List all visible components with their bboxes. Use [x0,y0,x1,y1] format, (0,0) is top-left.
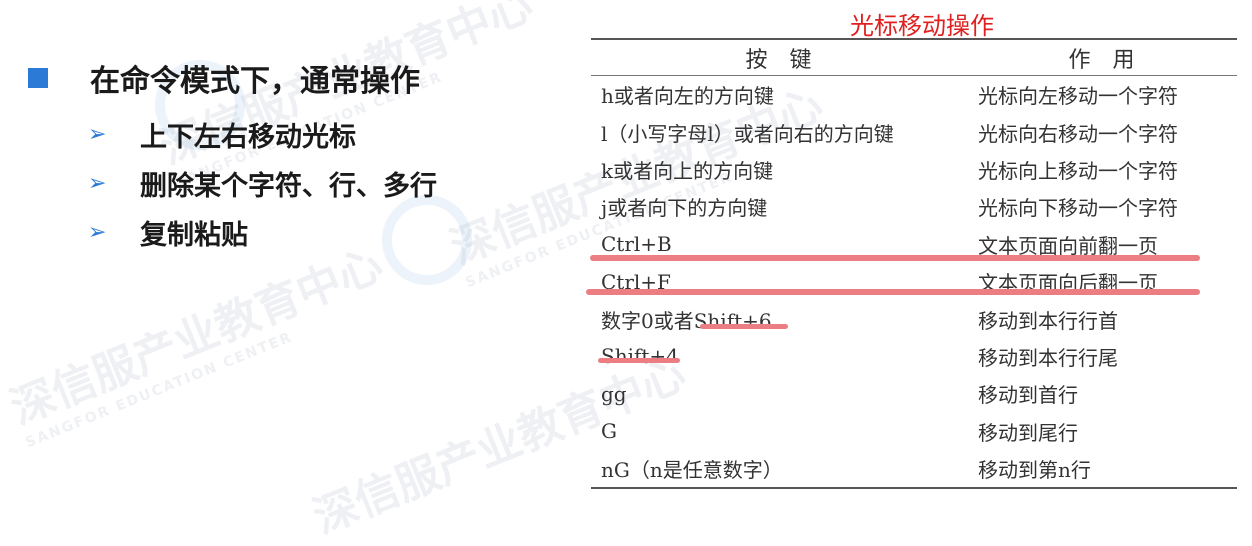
list-item: ➢ 上下左右移动光标 [88,110,437,159]
table-row: h或者向左的方向键 光标向左移动一个字符 [591,76,1237,114]
table-row: G 移动到尾行 [591,413,1237,450]
action-cell: 光标向下移动一个字符 [978,196,1178,221]
list-item: ➢ 删除某个字符、行、多行 [88,159,437,208]
arrow-bullet-icon: ➢ [88,171,107,196]
key-cell: 数字0或者Shift+6 [601,308,772,333]
arrow-bullet-icon: ➢ [88,220,107,245]
sub-point-text: 复制粘贴 [140,220,248,251]
action-cell: 光标向右移动一个字符 [978,121,1178,146]
action-cell: 光标向左移动一个字符 [978,84,1178,109]
arrow-bullet-icon: ➢ [88,122,107,147]
table-header-row: 按 键 作 用 [591,38,1237,76]
main-point-text: 在命令模式下，通常操作 [90,64,420,99]
watermark: 深信服产业教育中心 SANGFOR EDUCATION CENTER [0,229,397,451]
sub-point-list: ➢ 上下左右移动光标 ➢ 删除某个字符、行、多行 ➢ 复制粘贴 [88,110,437,257]
table-row: j或者向下的方向键 光标向下移动一个字符 [591,188,1237,225]
table-row: Shift+4 移动到本行行尾 [591,338,1237,375]
highlight-underline [590,255,1200,261]
sub-point-text: 上下左右移动光标 [140,122,356,153]
key-cell: l（小写字母l）或者向右的方向键 [601,121,894,146]
key-cell: nG（n是任意数字） [591,449,966,490]
key-cell: k或者向上的方向键 [601,158,774,183]
action-cell: 移动到本行行尾 [978,345,1118,370]
highlight-underline [586,289,1200,295]
action-cell: 移动到首行 [978,383,1078,408]
table-title: 光标移动操作 [850,12,994,40]
table-row: k或者向上的方向键 光标向上移动一个字符 [591,151,1237,188]
table-row: l（小写字母l）或者向右的方向键 光标向右移动一个字符 [591,113,1237,150]
action-cell: 移动到本行行首 [978,308,1118,333]
sub-point-text: 删除某个字符、行、多行 [140,171,437,202]
square-bullet-icon [28,68,48,88]
column-header-key: 按 键 [591,38,966,76]
table-row: nG（n是任意数字） 移动到第n行 [591,449,1237,490]
action-cell: 光标向上移动一个字符 [978,158,1178,183]
action-cell: 移动到第n行 [966,449,1237,490]
key-cell: G [601,419,617,444]
list-item: ➢ 复制粘贴 [88,208,437,257]
table-row: 数字0或者Shift+6 移动到本行行首 [591,300,1237,337]
key-table: 按 键 作 用 h或者向左的方向键 光标向左移动一个字符 l（小写字母l）或者向右… [591,38,1237,490]
key-cell: h或者向左的方向键 [601,84,774,109]
highlight-underline [700,324,788,329]
watermark-text: 深信服产业教育中心 [3,238,390,435]
action-cell: 移动到尾行 [978,420,1078,445]
table-row: gg 移动到首行 [591,375,1237,412]
highlight-underline [598,358,680,363]
key-cell: j或者向下的方向键 [601,196,768,221]
column-header-action: 作 用 [966,38,1237,76]
key-cell: gg [601,381,627,406]
main-bullet: 在命令模式下，通常操作 [28,56,420,100]
key-cell: Shift+4 [601,344,679,369]
